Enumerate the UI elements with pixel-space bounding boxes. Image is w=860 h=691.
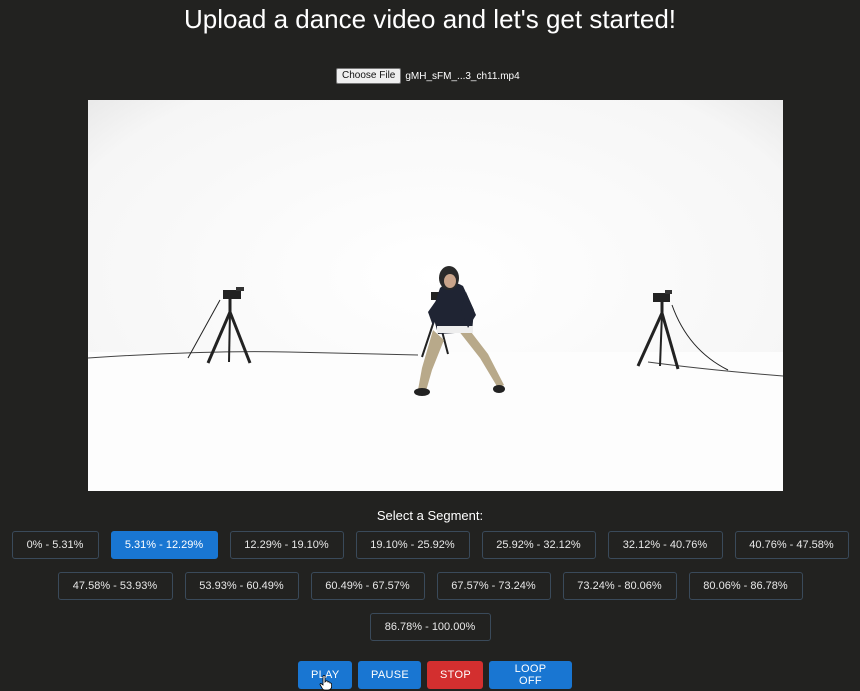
segment-button[interactable]: 86.78% - 100.00% [369, 613, 491, 641]
segment-button[interactable]: 12.29% - 19.10% [229, 531, 344, 559]
page: Upload a dance video and let's get start… [0, 0, 860, 691]
video-frame [88, 100, 783, 491]
file-upload: Choose File gMH_sFM_...3_ch11.mp4 [336, 68, 520, 84]
segment-button[interactable]: 67.57% - 73.24% [436, 572, 551, 600]
playback-controls: PLAY PAUSE STOP LOOP OFF [298, 661, 572, 689]
segment-button[interactable]: 0% - 5.31% [11, 531, 99, 559]
selected-file-name: gMH_sFM_...3_ch11.mp4 [405, 70, 520, 82]
segment-button[interactable]: 80.06% - 86.78% [688, 572, 803, 600]
stop-button[interactable]: STOP [427, 661, 483, 689]
segment-button[interactable]: 73.24% - 80.06% [562, 572, 677, 600]
segment-button[interactable]: 19.10% - 25.92% [355, 531, 470, 559]
loop-toggle-button[interactable]: LOOP OFF [489, 661, 572, 689]
choose-file-button[interactable]: Choose File [336, 68, 402, 84]
segment-button[interactable]: 25.92% - 32.12% [481, 531, 596, 559]
segment-button[interactable]: 32.12% - 40.76% [607, 531, 723, 559]
pause-button[interactable]: PAUSE [358, 661, 421, 689]
segment-button-selected[interactable]: 5.31% - 12.29% [110, 531, 218, 559]
segment-button[interactable]: 53.93% - 60.49% [184, 572, 299, 600]
segment-label: Select a Segment: [376, 508, 484, 523]
video-player[interactable] [88, 100, 783, 491]
segment-button[interactable]: 60.49% - 67.57% [310, 572, 425, 600]
page-title: Upload a dance video and let's get start… [183, 4, 677, 34]
segment-button[interactable]: 40.76% - 47.58% [734, 531, 849, 559]
hand-cursor-icon [319, 675, 332, 691]
segment-row-2: 47.58% - 53.93% 53.93% - 60.49% 60.49% -… [0, 572, 860, 600]
segment-row-1: 0% - 5.31% 5.31% - 12.29% 12.29% - 19.10… [0, 531, 860, 559]
segment-button[interactable]: 47.58% - 53.93% [57, 572, 173, 600]
segment-row-3: 86.78% - 100.00% [0, 613, 860, 641]
